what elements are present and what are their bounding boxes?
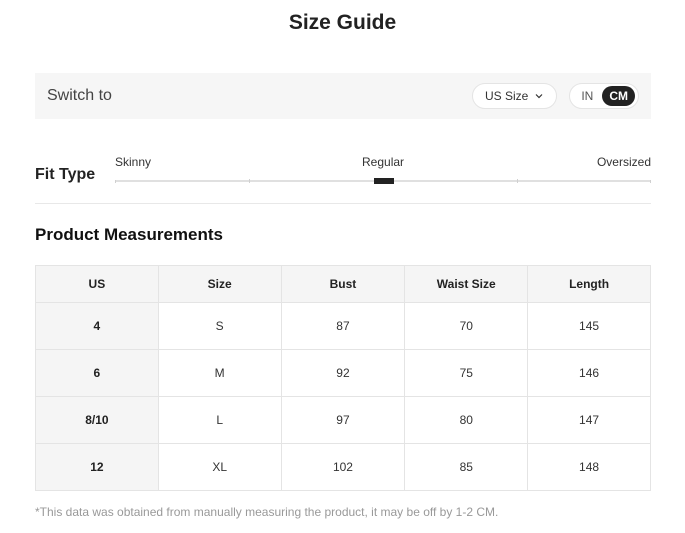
cell-waist: 85 (404, 443, 529, 491)
cell-size: XL (157, 443, 282, 491)
column-header-waist: Waist Size (404, 265, 529, 303)
table-row: 4 S 87 70 145 (35, 302, 651, 350)
fit-tick (517, 179, 518, 183)
cell-length: 146 (527, 349, 651, 397)
size-system-dropdown[interactable]: US Size (471, 83, 558, 109)
column-header-us: US (35, 265, 159, 303)
cell-bust: 92 (280, 349, 406, 397)
fit-option-skinny: Skinny (115, 155, 152, 169)
cell-length: 147 (527, 396, 651, 444)
column-header-bust: Bust (280, 265, 406, 303)
cell-bust: 97 (280, 396, 406, 444)
table-row: 12 XL 102 85 148 (35, 443, 651, 491)
cell-waist: 70 (404, 302, 529, 350)
cell-us: 12 (35, 443, 159, 491)
table-header-row: US Size Bust Waist Size Length (35, 265, 651, 303)
fit-type-label: Fit Type (35, 166, 96, 183)
cell-size: S (157, 302, 282, 350)
cell-size: M (157, 349, 282, 397)
cell-us: 6 (35, 349, 159, 397)
section-divider (35, 203, 651, 204)
measurements-table: US Size Bust Waist Size Length 4 S 87 70… (35, 265, 651, 491)
cell-waist: 75 (404, 349, 529, 397)
cell-size: L (157, 396, 282, 444)
cell-length: 148 (527, 443, 651, 491)
fit-option-regular: Regular (362, 155, 405, 169)
measurement-footnote: *This data was obtained from manually me… (35, 505, 499, 519)
table-row: 8/10 L 97 80 147 (35, 396, 651, 444)
unit-toggle[interactable]: IN CM (569, 83, 639, 109)
cell-bust: 102 (280, 443, 406, 491)
fit-tick (249, 179, 250, 183)
table-row: 6 M 92 75 146 (35, 349, 651, 397)
fit-marker (374, 178, 394, 184)
unit-option-cm[interactable]: CM (602, 86, 635, 106)
switch-label: Switch to (47, 87, 112, 104)
unit-switch-bar: Switch to US Size IN CM (35, 73, 651, 119)
measurements-title: Product Measurements (35, 225, 223, 244)
cell-waist: 80 (404, 396, 529, 444)
cell-us: 8/10 (35, 396, 159, 444)
cell-length: 145 (527, 302, 651, 350)
unit-option-in[interactable]: IN (578, 89, 596, 103)
page-title: Size Guide (288, 11, 397, 34)
chevron-down-icon (535, 94, 543, 99)
column-header-length: Length (527, 265, 651, 303)
fit-track (115, 178, 651, 184)
fit-type-scale: Skinny Regular Oversized (115, 152, 651, 186)
column-header-size: Size (157, 265, 282, 303)
fit-option-oversized: Oversized (596, 155, 651, 169)
size-system-value: US Size (484, 89, 529, 103)
cell-us: 4 (35, 302, 159, 350)
cell-bust: 87 (280, 302, 406, 350)
